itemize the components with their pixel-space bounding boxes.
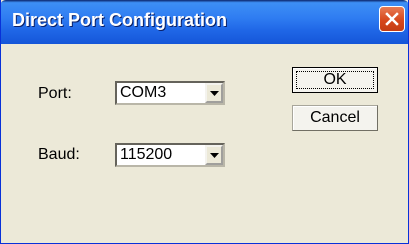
cancel-button[interactable]: Cancel [292, 105, 378, 131]
port-combobox[interactable]: COM3 [115, 81, 225, 105]
close-x-icon [385, 12, 399, 26]
port-dropdown-button[interactable] [205, 83, 223, 103]
ok-button[interactable]: OK [292, 67, 378, 93]
baud-value: 115200 [120, 146, 173, 163]
port-value: COM3 [120, 84, 167, 101]
baud-dropdown-button[interactable] [205, 145, 223, 165]
title-bar[interactable]: Direct Port Configuration [1, 0, 408, 44]
chevron-down-icon [210, 153, 219, 158]
close-button[interactable] [379, 6, 405, 32]
window-title: Direct Port Configuration [12, 10, 227, 30]
port-label: Port: [38, 85, 72, 102]
dialog-body: Port: COM3 Baud: 115200 OK Cancel [6, 44, 403, 239]
baud-combobox[interactable]: 115200 [115, 143, 225, 167]
dialog-window: Direct Port Configuration Port: COM3 Bau… [0, 0, 409, 244]
chevron-down-icon [210, 91, 219, 96]
baud-label: Baud: [38, 146, 80, 163]
